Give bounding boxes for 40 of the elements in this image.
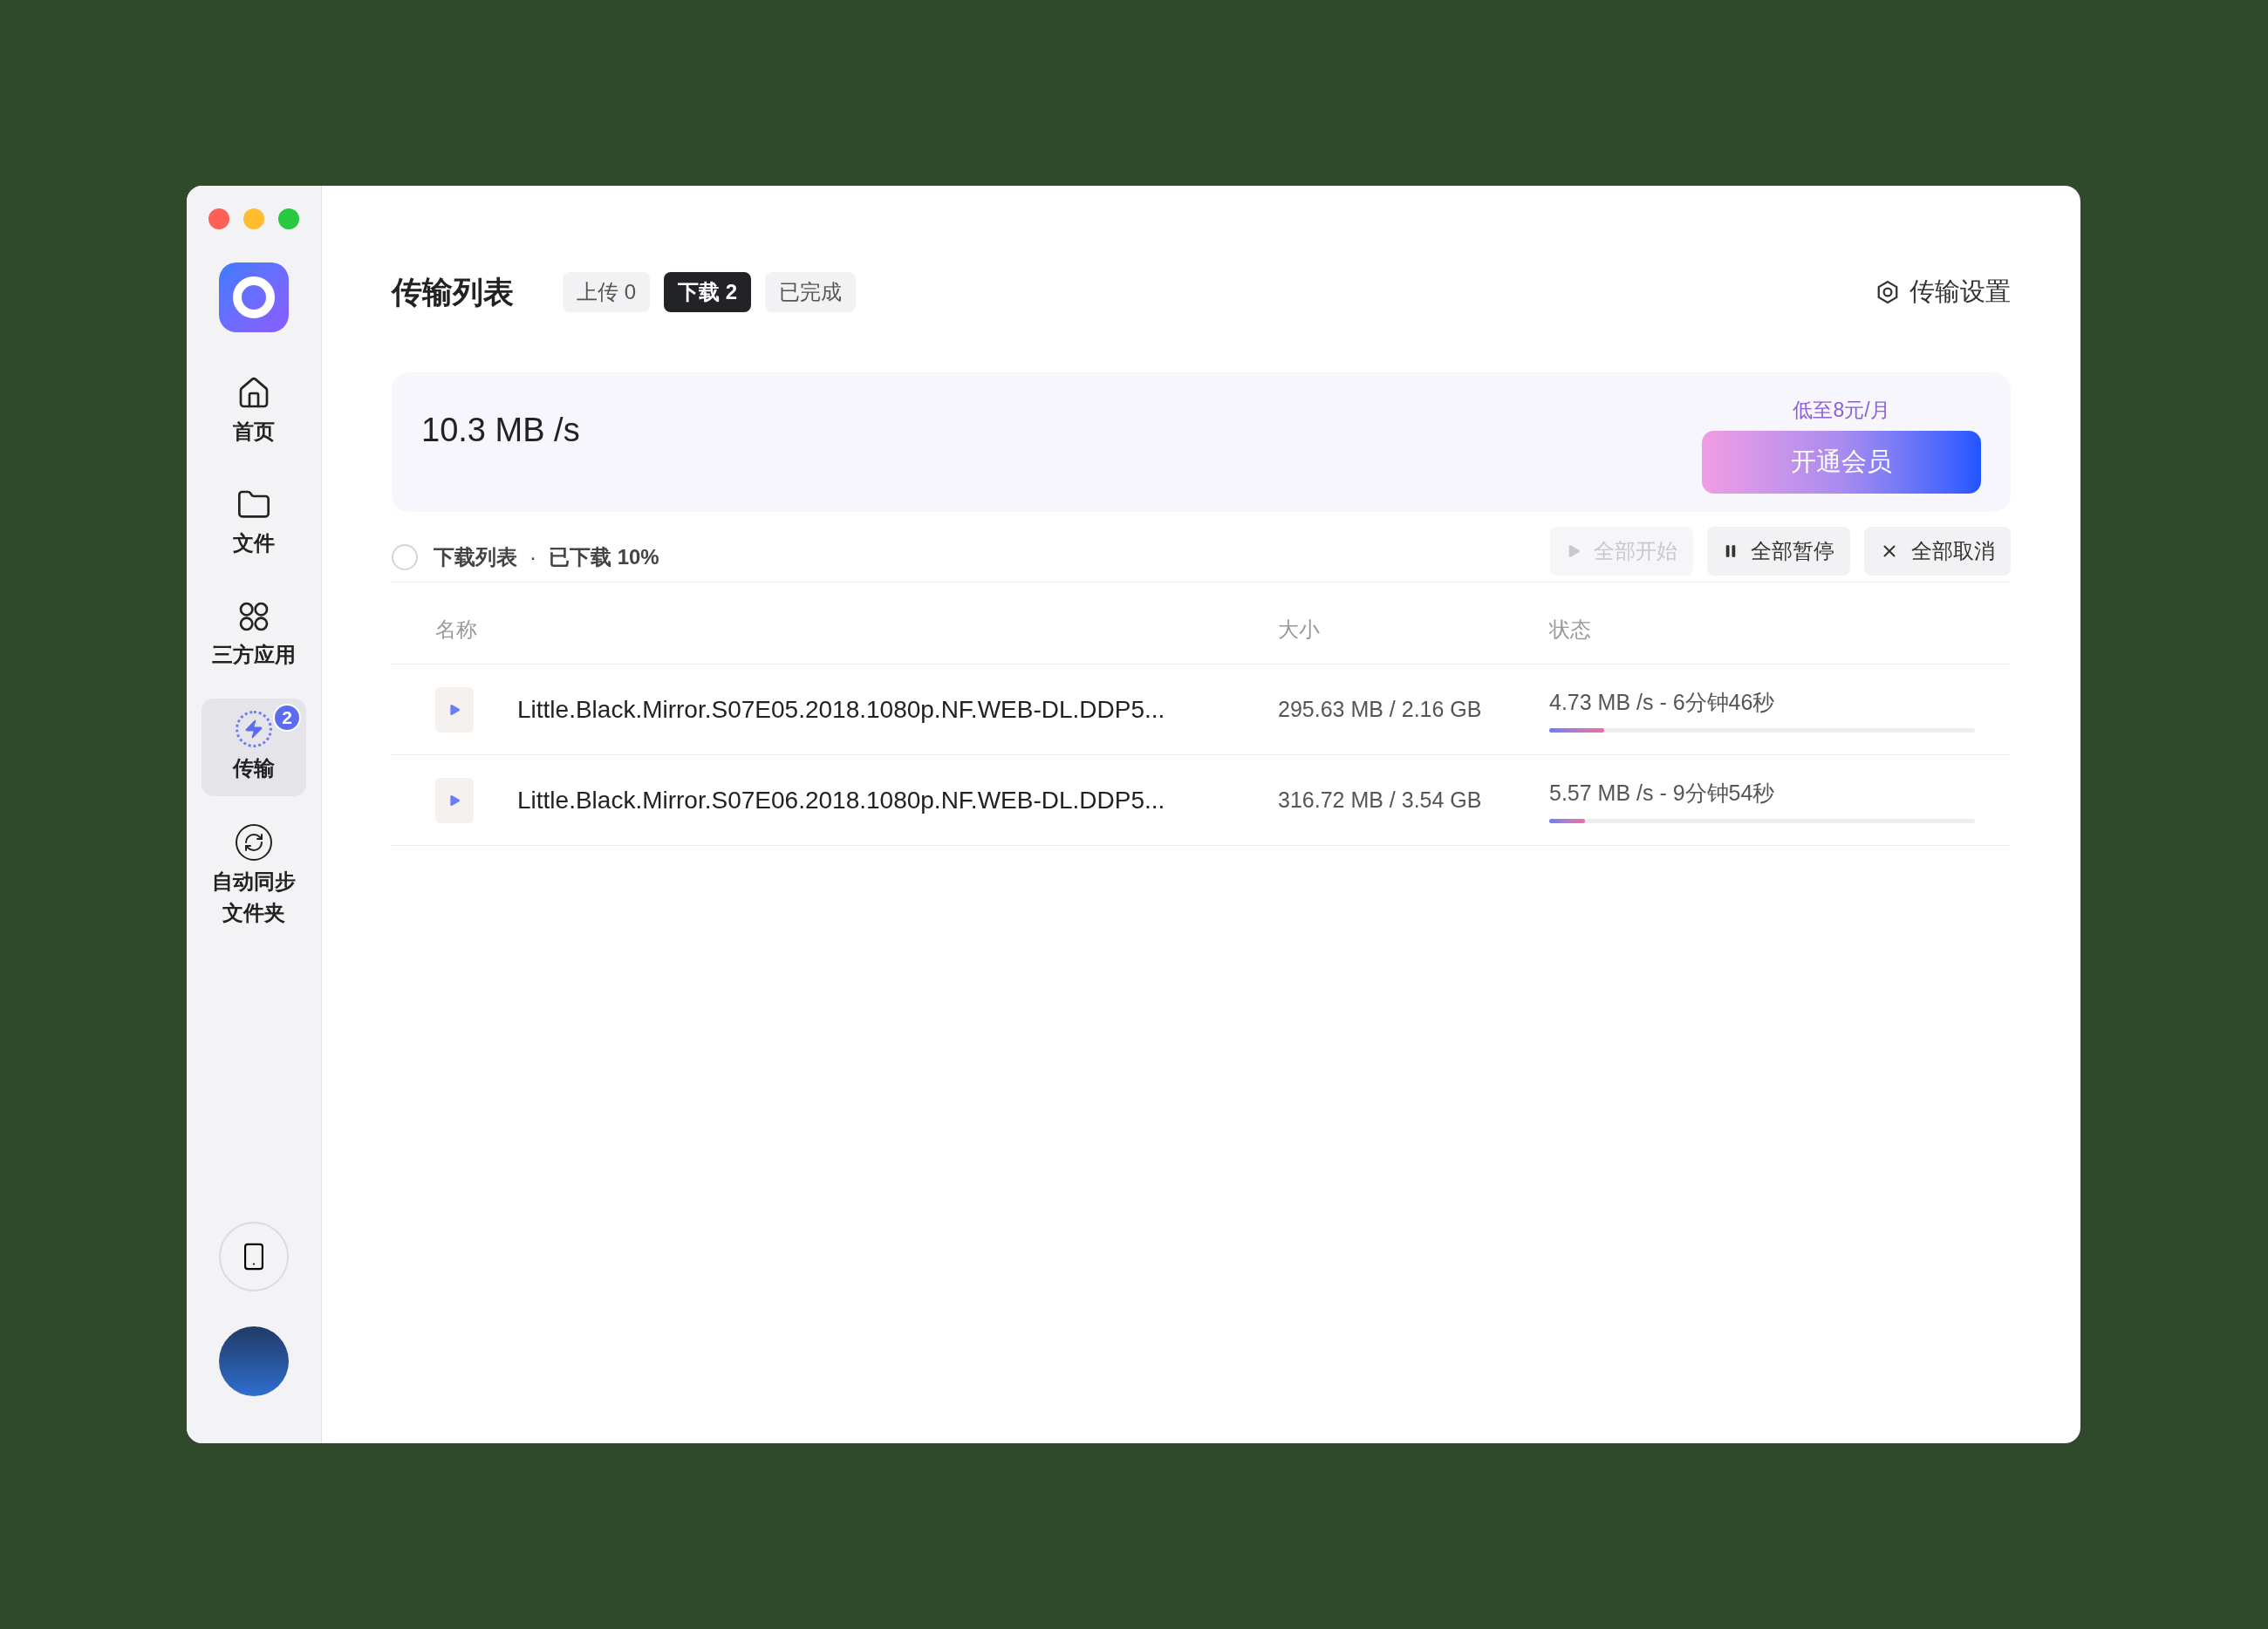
speed-eta: 4.73 MB /s - 6分钟46秒 [1549,689,1776,717]
list-label: 下载列表 [434,544,517,570]
settings-button[interactable]: 传输设置 [1875,273,2011,311]
tab[interactable]: 下载 2 [664,272,752,312]
column-header: 名称 [434,616,478,643]
nav-label: 首页 [232,419,276,445]
promo-text: 低至8元/月 [1793,398,1890,423]
file-size: 295.63 MB / 2.16 GB [1278,695,1483,723]
speed-text: 10.3 MB /s [421,411,580,450]
video-file-icon [435,777,474,823]
column-header: 状态 [1549,616,1591,643]
tab[interactable]: 已完成 [765,272,857,312]
sync-icon [236,824,272,861]
nav-item[interactable]: 三方应用 [202,587,306,683]
video-file-icon [435,686,474,733]
file-name: Little.Black.Mirror.S07E05.2018.1080p.NF.WEB-DL.DDP5... [517,694,1165,725]
tab[interactable]: 上传 0 [563,272,650,312]
count-badge: 2 [273,704,301,732]
column-header: 大小 [1278,616,1321,643]
nav-item[interactable]: 自动同步文件夹 [202,812,306,941]
speed-eta: 5.57 MB /s - 9分钟54秒 [1549,780,1776,808]
file-size: 316.72 MB / 3.54 GB [1278,786,1483,814]
toolbar-button[interactable]: 全部取消 [1864,527,2011,576]
nav-label: 三方应用 [212,642,296,668]
download-row[interactable]: Little.Black.Mirror.S07E06.2018.1080p.NF.WEB-DL.DDP5... 316.72 MB / 3.54 GB 5.57 MB /s - 9分钟54秒 [392,755,2011,846]
nav-label: 传输 [231,755,276,781]
separator-dot: · [529,544,536,570]
nav-label: 文件 [232,530,276,556]
nav-item[interactable]: 首页 [202,364,306,460]
download-row[interactable]: Little.Black.Mirror.S07E05.2018.1080p.NF.WEB-DL.DDP5... 295.63 MB / 2.16 GB 4.73 MB /s - 6分钟46秒 [392,665,2011,755]
progress-text: 已下载 10% [549,544,659,570]
file-name: Little.Black.Mirror.S07E06.2018.1080p.NF.WEB-DL.DDP5... [517,785,1165,815]
select-all-checkbox[interactable] [392,544,418,570]
phone-button[interactable] [219,1222,289,1292]
nav-item[interactable]: 文件 [202,475,306,571]
nav-label: 自动同步文件夹 [212,869,296,926]
lightning-icon [236,711,272,747]
toolbar-button[interactable]: 全部暂停 [1707,527,1850,576]
nav-item[interactable]: 传输 2 [202,699,306,796]
page-title: 传输列表 [392,273,514,310]
